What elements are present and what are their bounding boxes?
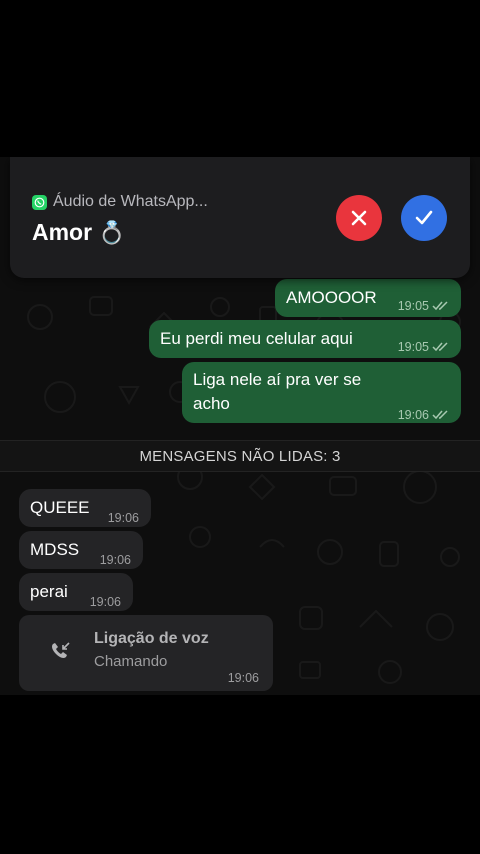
message-time: 19:05 bbox=[398, 335, 449, 359]
caller-name: Amor bbox=[32, 219, 93, 245]
message-text: MDSS bbox=[30, 540, 80, 559]
message-text: Liga nele aí pra ver se acho bbox=[193, 370, 362, 413]
outgoing-message[interactable]: AMOOOOR 19:05 bbox=[275, 279, 461, 317]
outgoing-message[interactable]: Liga nele aí pra ver se acho 19:06 bbox=[182, 362, 461, 423]
whatsapp-icon bbox=[32, 194, 47, 210]
message-text: QUEEE bbox=[30, 498, 90, 517]
incoming-message[interactable]: QUEEE 19:06 bbox=[19, 489, 151, 527]
message-text: perai bbox=[30, 582, 68, 601]
message-time: 19:06 bbox=[227, 671, 259, 685]
message-time: 19:06 bbox=[89, 595, 121, 609]
message-time: 19:06 bbox=[398, 403, 449, 427]
voice-call-message[interactable]: Ligação de voz Chamando 19:06 bbox=[19, 615, 273, 691]
decline-call-button[interactable] bbox=[336, 195, 382, 241]
outgoing-message[interactable]: Eu perdi meu celular aqui 19:05 bbox=[149, 320, 461, 358]
incoming-message[interactable]: perai 19:06 bbox=[19, 573, 133, 611]
message-time: 19:06 bbox=[107, 511, 139, 525]
double-check-icon bbox=[432, 410, 448, 420]
message-text: Eu perdi meu celular aqui bbox=[160, 329, 353, 348]
incoming-call-icon bbox=[52, 642, 70, 658]
accept-call-button[interactable] bbox=[401, 195, 447, 241]
message-time: 19:06 bbox=[99, 553, 131, 567]
check-icon bbox=[415, 210, 433, 225]
caller-name-row: Amor 💍 bbox=[32, 219, 125, 246]
incoming-message[interactable]: MDSS 19:06 bbox=[19, 531, 143, 569]
message-text: AMOOOOR bbox=[286, 288, 377, 307]
ring-icon: 💍 bbox=[98, 219, 126, 245]
voice-call-title: Ligação de voz bbox=[94, 630, 209, 647]
app-line: Áudio de WhatsApp... bbox=[32, 193, 208, 211]
close-icon bbox=[351, 210, 367, 226]
incoming-call-banner[interactable]: Áudio de WhatsApp... Amor 💍 bbox=[10, 157, 470, 278]
double-check-icon bbox=[432, 342, 448, 352]
double-check-icon bbox=[432, 301, 448, 311]
voice-call-status: Chamando bbox=[94, 653, 168, 670]
unread-messages-divider: MENSAGENS NÃO LIDAS: 3 bbox=[0, 440, 480, 472]
message-time: 19:05 bbox=[398, 294, 449, 318]
app-name: Áudio de WhatsApp... bbox=[53, 193, 208, 210]
